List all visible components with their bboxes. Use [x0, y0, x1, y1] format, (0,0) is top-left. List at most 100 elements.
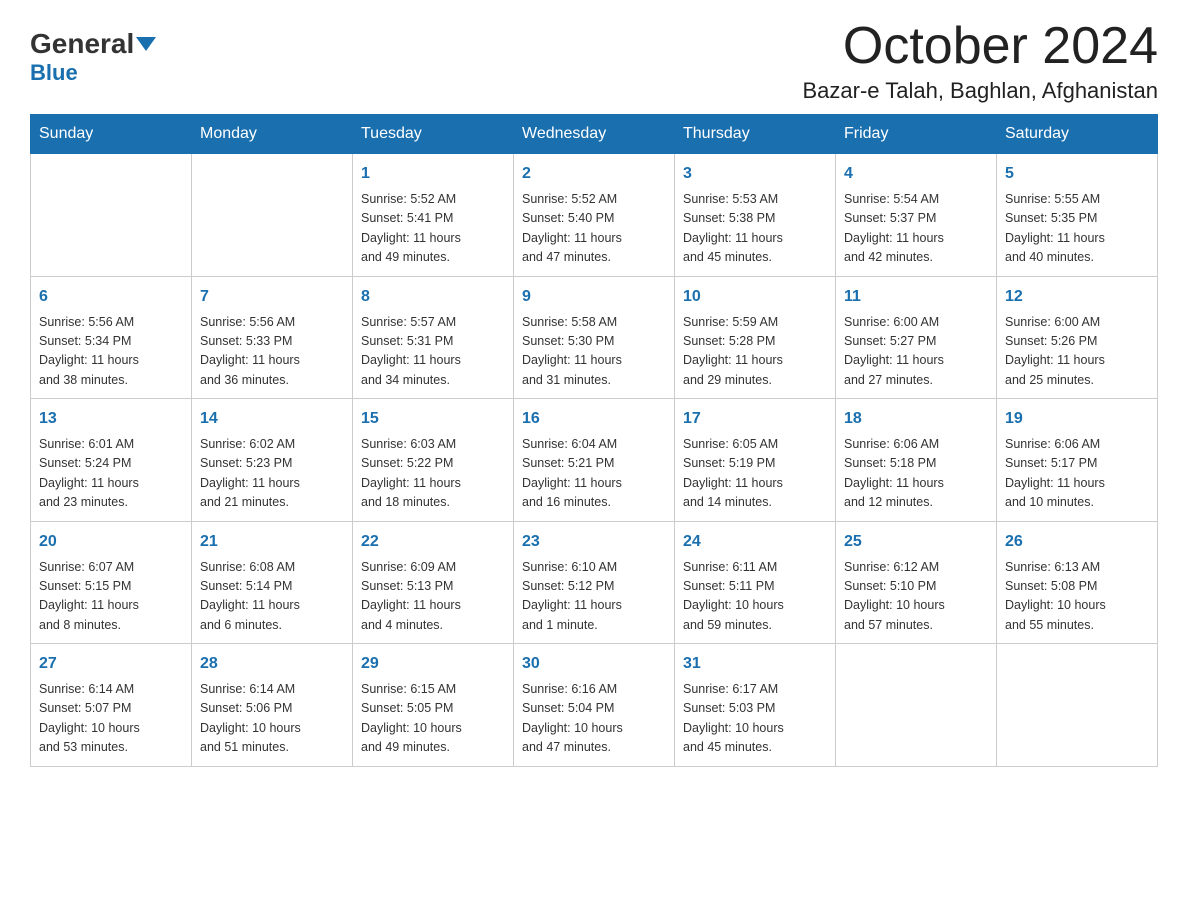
location-title: Bazar-e Talah, Baghlan, Afghanistan [802, 78, 1158, 104]
day-info: Sunrise: 5:56 AMSunset: 5:33 PMDaylight:… [200, 313, 344, 391]
calendar-cell [31, 154, 192, 277]
day-info: Sunrise: 6:00 AMSunset: 5:26 PMDaylight:… [1005, 313, 1149, 391]
day-number: 22 [361, 530, 505, 554]
day-info: Sunrise: 6:05 AMSunset: 5:19 PMDaylight:… [683, 435, 827, 513]
calendar-cell: 7Sunrise: 5:56 AMSunset: 5:33 PMDaylight… [192, 276, 353, 399]
weekday-header-thursday: Thursday [675, 115, 836, 154]
day-info: Sunrise: 5:59 AMSunset: 5:28 PMDaylight:… [683, 313, 827, 391]
day-info: Sunrise: 6:04 AMSunset: 5:21 PMDaylight:… [522, 435, 666, 513]
day-info: Sunrise: 6:09 AMSunset: 5:13 PMDaylight:… [361, 558, 505, 636]
calendar-cell: 12 Sunrise: 6:00 AMSunset: 5:26 PMDayligh… [997, 276, 1158, 399]
week-row-5: 27 Sunrise: 6:14 AMSunset: 5:07 PMDayligh… [31, 644, 1158, 767]
calendar-cell: 29 Sunrise: 6:15 AMSunset: 5:05 PMDayligh… [353, 644, 514, 767]
day-info: Sunrise: 6:06 AMSunset: 5:18 PMDaylight:… [844, 435, 988, 513]
weekday-header-tuesday: Tuesday [353, 115, 514, 154]
day-number: 10 [683, 285, 827, 309]
week-row-3: 13Sunrise: 6:01 AMSunset: 5:24 PMDayligh… [31, 399, 1158, 522]
day-info: Sunrise: 5:57 AMSunset: 5:31 PMDaylight:… [361, 313, 505, 391]
calendar-cell: 19 Sunrise: 6:06 AMSunset: 5:17 PMDayligh… [997, 399, 1158, 522]
calendar-cell: 17 Sunrise: 6:05 AMSunset: 5:19 PMDayligh… [675, 399, 836, 522]
day-info: Sunrise: 6:17 AMSunset: 5:03 PMDaylight:… [683, 680, 827, 758]
day-info: Sunrise: 6:02 AMSunset: 5:23 PMDaylight:… [200, 435, 344, 513]
calendar-cell: 2Sunrise: 5:52 AMSunset: 5:40 PMDaylight… [514, 154, 675, 277]
calendar-cell: 14 Sunrise: 6:02 AMSunset: 5:23 PMDayligh… [192, 399, 353, 522]
calendar-cell: 13Sunrise: 6:01 AMSunset: 5:24 PMDayligh… [31, 399, 192, 522]
day-info: Sunrise: 6:14 AMSunset: 5:07 PMDaylight:… [39, 680, 183, 758]
month-title: October 2024 [802, 20, 1158, 72]
day-number: 17 [683, 407, 827, 431]
day-info: Sunrise: 6:07 AMSunset: 5:15 PMDaylight:… [39, 558, 183, 636]
day-info: Sunrise: 6:13 AMSunset: 5:08 PMDaylight:… [1005, 558, 1149, 636]
day-info: Sunrise: 6:08 AMSunset: 5:14 PMDaylight:… [200, 558, 344, 636]
calendar-cell: 15Sunrise: 6:03 AMSunset: 5:22 PMDayligh… [353, 399, 514, 522]
calendar-cell: 31 Sunrise: 6:17 AMSunset: 5:03 PMDayligh… [675, 644, 836, 767]
day-info: Sunrise: 6:15 AMSunset: 5:05 PMDaylight:… [361, 680, 505, 758]
day-number: 15 [361, 407, 505, 431]
calendar-cell: 20 Sunrise: 6:07 AMSunset: 5:15 PMDayligh… [31, 521, 192, 644]
calendar-table: SundayMondayTuesdayWednesdayThursdayFrid… [30, 114, 1158, 767]
day-number: 11 [844, 285, 988, 309]
calendar-cell: 16 Sunrise: 6:04 AMSunset: 5:21 PMDayligh… [514, 399, 675, 522]
title-section: October 2024 Bazar-e Talah, Baghlan, Afg… [802, 20, 1158, 104]
week-row-2: 6 Sunrise: 5:56 AMSunset: 5:34 PMDaylight… [31, 276, 1158, 399]
logo-general-text: General [30, 30, 134, 58]
day-info: Sunrise: 6:01 AMSunset: 5:24 PMDaylight:… [39, 435, 183, 513]
logo-triangle-icon [136, 37, 156, 51]
day-number: 4 [844, 162, 988, 186]
calendar-cell: 5Sunrise: 5:55 AMSunset: 5:35 PMDaylight… [997, 154, 1158, 277]
day-info: Sunrise: 6:14 AMSunset: 5:06 PMDaylight:… [200, 680, 344, 758]
day-info: Sunrise: 5:53 AMSunset: 5:38 PMDaylight:… [683, 190, 827, 268]
day-number: 26 [1005, 530, 1149, 554]
day-number: 29 [361, 652, 505, 676]
day-number: 21 [200, 530, 344, 554]
day-number: 31 [683, 652, 827, 676]
calendar-cell [997, 644, 1158, 767]
day-number: 3 [683, 162, 827, 186]
day-number: 12 [1005, 285, 1149, 309]
calendar-cell: 28 Sunrise: 6:14 AMSunset: 5:06 PMDayligh… [192, 644, 353, 767]
page-header: General Blue October 2024 Bazar-e Talah,… [30, 20, 1158, 104]
calendar-cell: 27 Sunrise: 6:14 AMSunset: 5:07 PMDayligh… [31, 644, 192, 767]
calendar-cell: 9Sunrise: 5:58 AMSunset: 5:30 PMDaylight… [514, 276, 675, 399]
week-row-1: 1 Sunrise: 5:52 AMSunset: 5:41 PMDaylight… [31, 154, 1158, 277]
weekday-header-sunday: Sunday [31, 115, 192, 154]
day-info: Sunrise: 6:06 AMSunset: 5:17 PMDaylight:… [1005, 435, 1149, 513]
day-number: 9 [522, 285, 666, 309]
day-number: 8 [361, 285, 505, 309]
day-number: 14 [200, 407, 344, 431]
day-number: 25 [844, 530, 988, 554]
day-info: Sunrise: 6:00 AMSunset: 5:27 PMDaylight:… [844, 313, 988, 391]
day-number: 18 [844, 407, 988, 431]
calendar-cell: 22 Sunrise: 6:09 AMSunset: 5:13 PMDayligh… [353, 521, 514, 644]
day-number: 16 [522, 407, 666, 431]
calendar-cell: 1 Sunrise: 5:52 AMSunset: 5:41 PMDaylight… [353, 154, 514, 277]
calendar-cell: 8 Sunrise: 5:57 AMSunset: 5:31 PMDaylight… [353, 276, 514, 399]
day-info: Sunrise: 5:56 AMSunset: 5:34 PMDaylight:… [39, 313, 183, 391]
calendar-cell: 4 Sunrise: 5:54 AMSunset: 5:37 PMDaylight… [836, 154, 997, 277]
day-number: 19 [1005, 407, 1149, 431]
day-number: 20 [39, 530, 183, 554]
day-number: 2 [522, 162, 666, 186]
calendar-cell: 18 Sunrise: 6:06 AMSunset: 5:18 PMDayligh… [836, 399, 997, 522]
day-number: 5 [1005, 162, 1149, 186]
calendar-cell: 21 Sunrise: 6:08 AMSunset: 5:14 PMDayligh… [192, 521, 353, 644]
calendar-cell: 6 Sunrise: 5:56 AMSunset: 5:34 PMDaylight… [31, 276, 192, 399]
day-number: 27 [39, 652, 183, 676]
day-info: Sunrise: 5:54 AMSunset: 5:37 PMDaylight:… [844, 190, 988, 268]
day-info: Sunrise: 6:16 AMSunset: 5:04 PMDaylight:… [522, 680, 666, 758]
day-number: 1 [361, 162, 505, 186]
calendar-cell: 26 Sunrise: 6:13 AMSunset: 5:08 PMDayligh… [997, 521, 1158, 644]
calendar-cell: 10 Sunrise: 5:59 AMSunset: 5:28 PMDayligh… [675, 276, 836, 399]
weekday-header-friday: Friday [836, 115, 997, 154]
calendar-cell: 3 Sunrise: 5:53 AMSunset: 5:38 PMDaylight… [675, 154, 836, 277]
calendar-cell: 11 Sunrise: 6:00 AMSunset: 5:27 PMDayligh… [836, 276, 997, 399]
day-number: 6 [39, 285, 183, 309]
week-row-4: 20 Sunrise: 6:07 AMSunset: 5:15 PMDayligh… [31, 521, 1158, 644]
calendar-cell: 24Sunrise: 6:11 AMSunset: 5:11 PMDayligh… [675, 521, 836, 644]
day-info: Sunrise: 5:52 AMSunset: 5:41 PMDaylight:… [361, 190, 505, 268]
calendar-cell: 25Sunrise: 6:12 AMSunset: 5:10 PMDayligh… [836, 521, 997, 644]
calendar-cell [836, 644, 997, 767]
weekday-header-saturday: Saturday [997, 115, 1158, 154]
calendar-cell: 23Sunrise: 6:10 AMSunset: 5:12 PMDayligh… [514, 521, 675, 644]
day-number: 28 [200, 652, 344, 676]
